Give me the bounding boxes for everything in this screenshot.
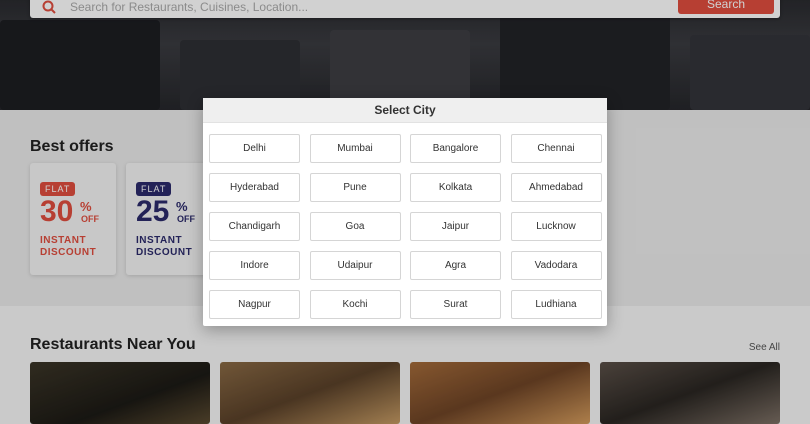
city-button[interactable]: Nagpur [209, 290, 300, 319]
city-button[interactable]: Lucknow [510, 212, 602, 241]
city-button[interactable]: Delhi [209, 134, 300, 163]
city-button[interactable]: Indore [209, 251, 300, 280]
city-button[interactable]: Pune [309, 173, 401, 202]
city-button[interactable]: Ludhiana [510, 290, 602, 319]
city-button[interactable]: Chandigarh [209, 212, 300, 241]
city-button[interactable]: Kochi [309, 290, 401, 319]
city-button[interactable]: Bangalore [410, 134, 501, 163]
city-button[interactable]: Ahmedabad [510, 173, 602, 202]
city-button[interactable]: Udaipur [309, 251, 401, 280]
select-city-modal: Select City Delhi Mumbai Bangalore Chenn… [203, 98, 607, 326]
modal-title: Select City [203, 98, 607, 123]
city-button[interactable]: Goa [309, 212, 401, 241]
city-button[interactable]: Vadodara [510, 251, 602, 280]
city-button[interactable]: Chennai [510, 134, 602, 163]
city-button[interactable]: Jaipur [410, 212, 501, 241]
city-button[interactable]: Mumbai [309, 134, 401, 163]
city-button[interactable]: Surat [410, 290, 501, 319]
city-button[interactable]: Agra [410, 251, 501, 280]
city-grid: Delhi Mumbai Bangalore Chennai Hyderabad… [209, 134, 602, 319]
city-button[interactable]: Kolkata [410, 173, 501, 202]
city-button[interactable]: Hyderabad [209, 173, 300, 202]
